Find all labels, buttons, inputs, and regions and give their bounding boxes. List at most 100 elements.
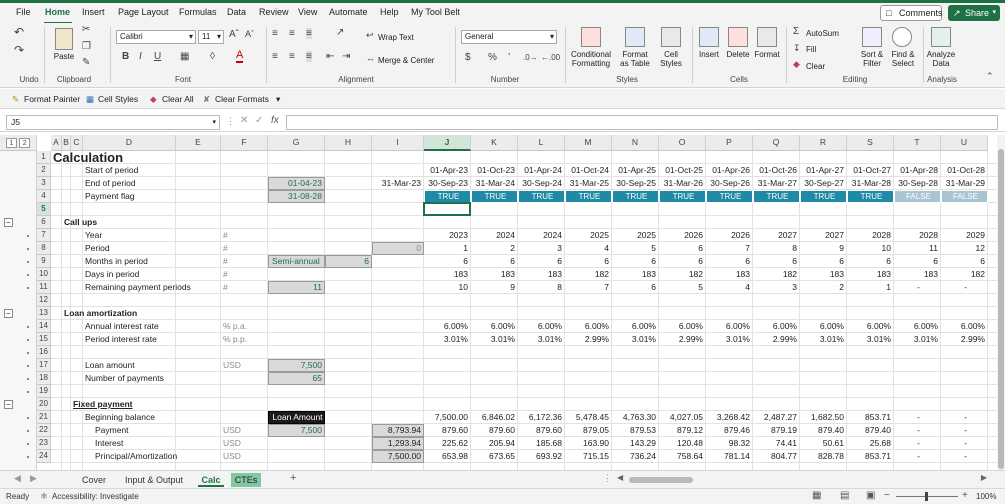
timeline-interest-cell[interactable]: 50.61 bbox=[802, 437, 847, 450]
timeline-months-cell[interactable]: 6 bbox=[708, 255, 753, 268]
insert-button[interactable]: Insert bbox=[694, 50, 724, 59]
column-header-h[interactable]: H bbox=[325, 135, 372, 151]
cell-d10[interactable]: Days in period bbox=[85, 268, 183, 281]
timeline-days-cell[interactable]: 183 bbox=[896, 268, 941, 281]
timeline-payment-cell[interactable]: 879.60 bbox=[473, 424, 518, 437]
timeline-beginning-cell[interactable]: 2,487.27 bbox=[755, 411, 800, 424]
timeline-principal-cell[interactable]: 715.15 bbox=[567, 450, 612, 463]
sheet-title[interactable]: Calculation bbox=[53, 151, 251, 164]
cell-d18[interactable]: Number of payments bbox=[85, 372, 183, 385]
menu-file[interactable]: File bbox=[16, 7, 31, 17]
menu-view[interactable]: View bbox=[298, 7, 317, 17]
customize-toolbar-icon[interactable]: ▾ bbox=[276, 94, 280, 105]
timeline-interest-cell[interactable]: 205.94 bbox=[473, 437, 518, 450]
cell-d2[interactable]: Start of period bbox=[85, 164, 183, 177]
row-header-17[interactable]: 17 bbox=[37, 359, 51, 372]
timeline-year-cell[interactable]: 2023 bbox=[426, 229, 471, 242]
timeline-payment-cell[interactable]: 879.40 bbox=[802, 424, 847, 437]
clear-button[interactable]: Clear bbox=[806, 62, 825, 71]
timeline-period-rate-cell[interactable]: 3.01% bbox=[896, 333, 941, 346]
timeline-remaining-cell[interactable]: 10 bbox=[426, 281, 471, 294]
align-left-icon[interactable]: ≡ bbox=[272, 51, 278, 62]
timeline-end-cell[interactable]: 30-Sep-28 bbox=[896, 177, 941, 190]
timeline-period-cell[interactable]: 6 bbox=[661, 242, 706, 255]
font-size-select[interactable]: 11 ▾ bbox=[198, 30, 224, 44]
decrease-font-icon[interactable]: Aˇ bbox=[245, 29, 254, 39]
timeline-period-rate-cell[interactable]: 2.99% bbox=[755, 333, 800, 346]
timeline-period-cell[interactable]: 9 bbox=[802, 242, 847, 255]
column-header-m[interactable]: M bbox=[565, 135, 612, 151]
next-sheet-icon[interactable]: ▶ bbox=[30, 473, 37, 484]
function-icon[interactable]: fx bbox=[271, 115, 279, 126]
timeline-end-cell[interactable]: 31-Mar-27 bbox=[755, 177, 800, 190]
orientation-icon[interactable]: ↗ bbox=[336, 27, 344, 38]
timeline-payment-cell[interactable]: 879.60 bbox=[520, 424, 565, 437]
cut-icon[interactable]: ✂ bbox=[82, 24, 90, 35]
timeline-start-cell[interactable]: 01-Apr-23 bbox=[426, 164, 471, 177]
timeline-principal-cell[interactable]: 736.24 bbox=[614, 450, 659, 463]
timeline-end-cell[interactable]: 31-Mar-24 bbox=[473, 177, 518, 190]
outline-level-1[interactable]: 1 bbox=[5, 138, 17, 148]
menu-review[interactable]: Review bbox=[259, 7, 289, 17]
fill-color-icon[interactable]: ◊ bbox=[210, 51, 215, 62]
comma-icon[interactable]: ’ bbox=[508, 52, 510, 63]
timeline-remaining-cell[interactable]: 1 bbox=[849, 281, 894, 294]
timeline-beginning-cell[interactable]: - bbox=[943, 411, 988, 424]
undo-icon[interactable]: ↶ bbox=[14, 25, 24, 39]
scroll-thumb[interactable] bbox=[998, 149, 1004, 469]
timeline-payment-cell[interactable]: 879.19 bbox=[755, 424, 800, 437]
timeline-annual-rate-cell[interactable]: 6.00% bbox=[567, 320, 612, 333]
timeline-days-cell[interactable]: 183 bbox=[520, 268, 565, 281]
outline-collapse-button[interactable]: − bbox=[4, 400, 13, 409]
column-header-p[interactable]: P bbox=[706, 135, 753, 151]
cell-d24[interactable]: Principal/Amortization bbox=[95, 450, 203, 463]
analyze-data-button[interactable]: Analyze Data bbox=[924, 50, 958, 68]
column-header-n[interactable]: N bbox=[612, 135, 659, 151]
timeline-days-cell[interactable]: 182 bbox=[943, 268, 988, 281]
timeline-annual-rate-cell[interactable]: 6.00% bbox=[708, 320, 753, 333]
add-sheet-icon[interactable]: + bbox=[290, 472, 296, 484]
unit-cell[interactable]: USD bbox=[223, 450, 268, 463]
unit-cell[interactable]: # bbox=[223, 229, 268, 242]
timeline-start-cell[interactable]: 01-Apr-25 bbox=[614, 164, 659, 177]
timeline-flag-cell[interactable]: TRUE bbox=[520, 190, 565, 203]
timeline-beginning-cell[interactable]: 4,027.05 bbox=[661, 411, 706, 424]
unit-cell[interactable]: # bbox=[223, 255, 268, 268]
timeline-year-cell[interactable]: 2028 bbox=[849, 229, 894, 242]
timeline-flag-cell[interactable]: TRUE bbox=[426, 190, 471, 203]
timeline-days-cell[interactable]: 183 bbox=[802, 268, 847, 281]
timeline-days-cell[interactable]: 183 bbox=[426, 268, 471, 281]
timeline-payment-cell[interactable]: 879.60 bbox=[426, 424, 471, 437]
cell-d4[interactable]: Payment flag bbox=[85, 190, 183, 203]
timeline-payment-cell[interactable]: 879.46 bbox=[708, 424, 753, 437]
timeline-beginning-cell[interactable]: 4,763.30 bbox=[614, 411, 659, 424]
timeline-days-cell[interactable]: 183 bbox=[473, 268, 518, 281]
timeline-annual-rate-cell[interactable]: 6.00% bbox=[802, 320, 847, 333]
timeline-end-cell[interactable]: 30-Sep-23 bbox=[426, 177, 471, 190]
timeline-period-cell[interactable]: 2 bbox=[473, 242, 518, 255]
menu-data[interactable]: Data bbox=[227, 7, 246, 17]
timeline-flag-cell[interactable]: TRUE bbox=[755, 190, 800, 203]
timeline-beginning-cell[interactable]: - bbox=[896, 411, 941, 424]
column-header-j[interactable]: J bbox=[424, 135, 471, 151]
timeline-year-cell[interactable]: 2028 bbox=[896, 229, 941, 242]
timeline-start-cell[interactable]: 01-Oct-27 bbox=[849, 164, 894, 177]
timeline-flag-cell[interactable]: FALSE bbox=[896, 190, 941, 203]
zoom-slider[interactable] bbox=[896, 492, 958, 501]
menu-my-tool-belt[interactable]: My Tool Belt bbox=[411, 7, 460, 17]
cancel-icon[interactable]: ✕ bbox=[240, 115, 248, 126]
timeline-period-rate-cell[interactable]: 3.01% bbox=[849, 333, 894, 346]
column-header-i[interactable]: I bbox=[372, 135, 424, 151]
format-painter-icon[interactable]: ✎ bbox=[82, 57, 90, 68]
outline-collapse-button[interactable]: − bbox=[4, 218, 13, 227]
row-header-14[interactable]: 14 bbox=[37, 320, 51, 333]
copy-icon[interactable]: ❐ bbox=[82, 41, 91, 52]
row-header-2[interactable]: 2 bbox=[37, 164, 51, 177]
row-header-10[interactable]: 10 bbox=[37, 268, 51, 281]
timeline-months-cell[interactable]: 6 bbox=[661, 255, 706, 268]
timeline-principal-cell[interactable]: 693.92 bbox=[520, 450, 565, 463]
page-layout-icon[interactable]: ▤ bbox=[840, 490, 849, 501]
cell-d7[interactable]: Year bbox=[85, 229, 183, 242]
timeline-remaining-cell[interactable]: - bbox=[896, 281, 941, 294]
underline-icon[interactable]: U bbox=[154, 51, 161, 62]
